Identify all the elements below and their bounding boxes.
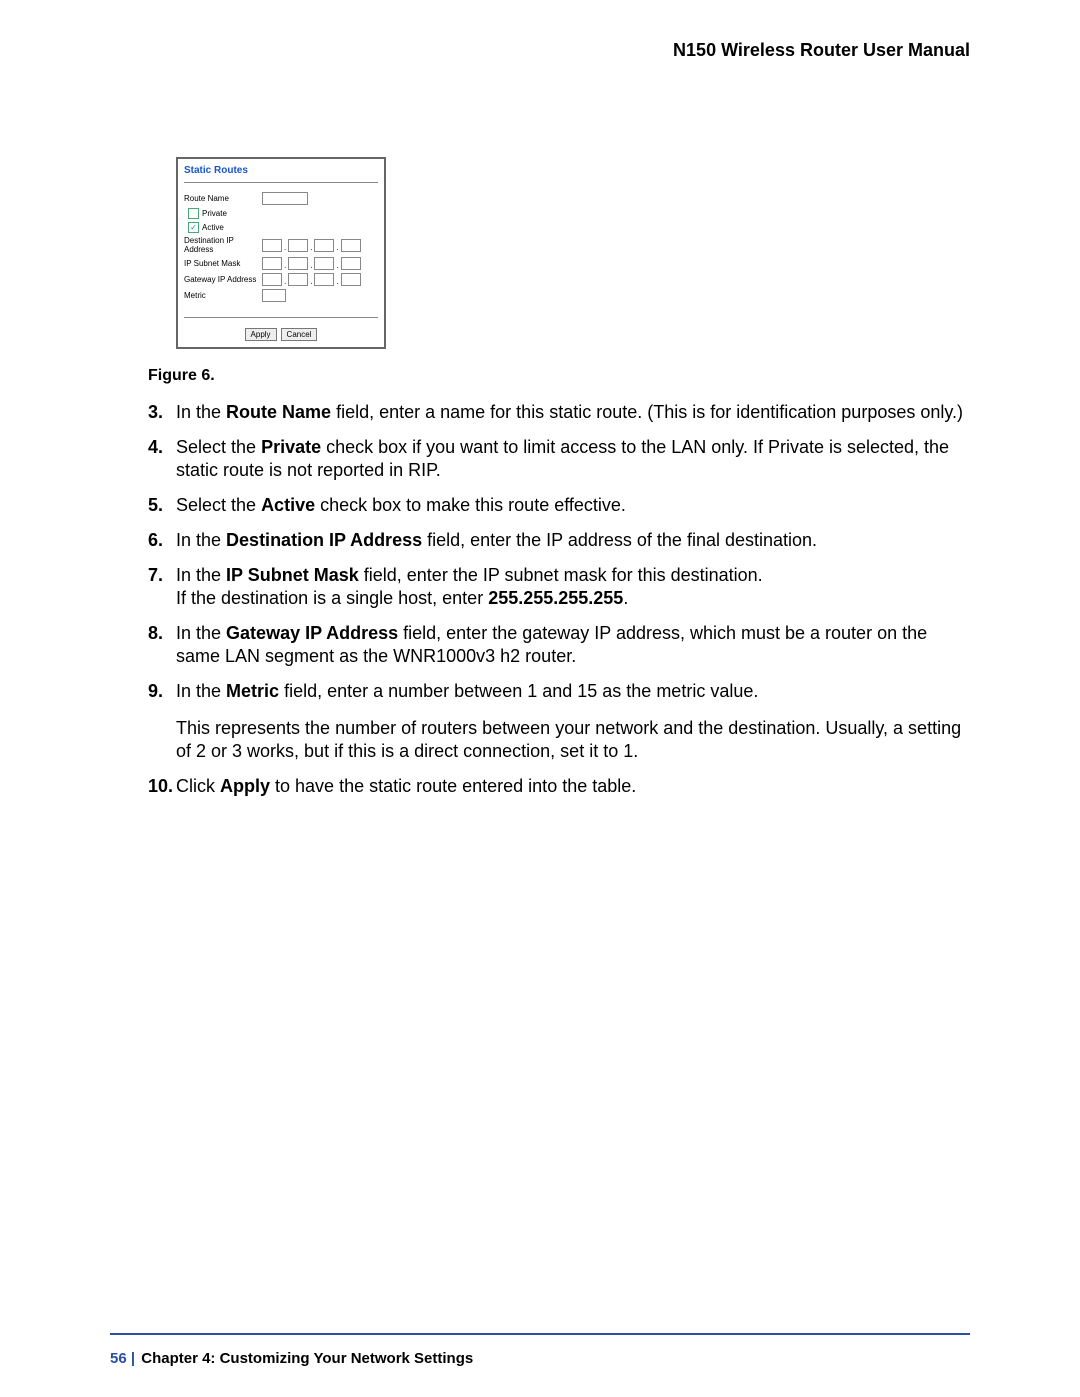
doc-header: N150 Wireless Router User Manual <box>110 40 970 61</box>
page-footer: 56 | Chapter 4: Customizing Your Network… <box>110 1350 473 1367</box>
step-number: 5. <box>148 494 176 517</box>
metric-label: Metric <box>184 291 262 300</box>
step-body: Select the Active check box to make this… <box>176 494 970 517</box>
gateway-input[interactable]: ... <box>262 273 361 286</box>
step-body: Select the Private check box if you want… <box>176 436 970 482</box>
private-label: Private <box>202 209 227 218</box>
route-name-input[interactable] <box>262 192 308 205</box>
subnet-label: IP Subnet Mask <box>184 259 262 268</box>
dest-ip-label: Destination IP Address <box>184 236 262 254</box>
instruction-list: 3.In the Route Name field, enter a name … <box>110 401 970 798</box>
chapter-title: Chapter 4: Customizing Your Network Sett… <box>141 1350 473 1367</box>
step-extra: This represents the number of routers be… <box>176 717 970 763</box>
active-label: Active <box>202 223 224 232</box>
apply-button[interactable]: Apply <box>245 328 277 341</box>
divider <box>184 317 378 318</box>
step-number: 3. <box>148 401 176 424</box>
panel-title: Static Routes <box>178 159 384 178</box>
step-body: In the Metric field, enter a number betw… <box>176 680 970 763</box>
active-checkbox[interactable]: ✓ <box>188 222 199 233</box>
step-number: 10. <box>148 775 176 798</box>
static-routes-panel: Static Routes Route Name Private ✓ Activ… <box>176 157 386 349</box>
list-item: 6.In the Destination IP Address field, e… <box>148 529 970 552</box>
private-checkbox[interactable] <box>188 208 199 219</box>
step-body: In the Route Name field, enter a name fo… <box>176 401 970 424</box>
step-body: In the Destination IP Address field, ent… <box>176 529 970 552</box>
step-number: 7. <box>148 564 176 610</box>
step-number: 6. <box>148 529 176 552</box>
page-number: 56 <box>110 1350 127 1367</box>
list-item: 10.Click Apply to have the static route … <box>148 775 970 798</box>
gateway-label: Gateway IP Address <box>184 275 262 284</box>
route-name-label: Route Name <box>184 194 262 203</box>
list-item: 8.In the Gateway IP Address field, enter… <box>148 622 970 668</box>
list-item: 9.In the Metric field, enter a number be… <box>148 680 970 763</box>
step-number: 8. <box>148 622 176 668</box>
subnet-input[interactable]: ... <box>262 257 361 270</box>
figure-caption: Figure 6. <box>148 367 970 385</box>
cancel-button[interactable]: Cancel <box>281 328 318 341</box>
step-body: In the Gateway IP Address field, enter t… <box>176 622 970 668</box>
footer-sep: | <box>127 1350 140 1367</box>
step-body: In the IP Subnet Mask field, enter the I… <box>176 564 970 610</box>
list-item: 3.In the Route Name field, enter a name … <box>148 401 970 424</box>
step-body: Click Apply to have the static route ent… <box>176 775 970 798</box>
list-item: 5.Select the Active check box to make th… <box>148 494 970 517</box>
metric-input[interactable] <box>262 289 286 302</box>
divider <box>184 182 378 183</box>
list-item: 4.Select the Private check box if you wa… <box>148 436 970 482</box>
footer-rule <box>110 1333 970 1335</box>
step-number: 4. <box>148 436 176 482</box>
list-item: 7.In the IP Subnet Mask field, enter the… <box>148 564 970 610</box>
dest-ip-input[interactable]: ... <box>262 239 361 252</box>
step-number: 9. <box>148 680 176 763</box>
